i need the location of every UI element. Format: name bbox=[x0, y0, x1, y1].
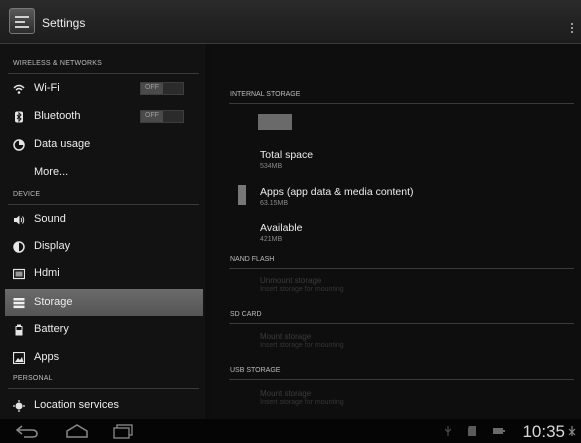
sidebar-item-bluetooth[interactable]: Bluetooth OFF bbox=[0, 103, 205, 130]
data-usage-icon bbox=[13, 139, 25, 151]
apps-stat[interactable]: Apps (app data & media content) 63.15MB bbox=[260, 186, 414, 207]
sd-mount-item: Mount storage Insert storage for mountin… bbox=[260, 332, 344, 349]
location-icon bbox=[13, 400, 25, 412]
usb-debug-icon bbox=[444, 426, 452, 436]
hdmi-icon bbox=[13, 268, 25, 280]
sd-card-icon bbox=[468, 426, 476, 436]
sidebar-item-data-usage[interactable]: Data usage bbox=[0, 131, 205, 158]
sidebar-item-display[interactable]: Display bbox=[0, 233, 205, 260]
sidebar-item-label: More... bbox=[34, 166, 69, 178]
sidebar-item-location[interactable]: Location services bbox=[0, 392, 205, 419]
signal-icon bbox=[568, 426, 576, 436]
home-icon[interactable] bbox=[64, 423, 90, 439]
section-header-device: DEVICE bbox=[0, 189, 205, 205]
sidebar-item-label: Display bbox=[34, 240, 71, 252]
sidebar-item-hdmi[interactable]: Hdmi bbox=[0, 260, 205, 287]
back-icon[interactable] bbox=[14, 423, 40, 439]
sidebar-item-battery[interactable]: Battery bbox=[0, 316, 205, 343]
settings-sidebar: WIRELESS & NETWORKS Wi-Fi OFF Bluetooth bbox=[0, 44, 205, 419]
sidebar-item-sound[interactable]: Sound bbox=[0, 206, 205, 233]
internal-storage-header: INTERNAL STORAGE bbox=[229, 90, 574, 104]
sidebar-item-wifi[interactable]: Wi-Fi OFF bbox=[0, 75, 205, 102]
bluetooth-icon bbox=[15, 111, 23, 123]
storage-detail-pane: INTERNAL STORAGE Total space 534MB Apps … bbox=[213, 44, 581, 419]
sidebar-item-label: Wi-Fi bbox=[34, 82, 60, 94]
recent-apps-icon[interactable] bbox=[112, 423, 134, 439]
nand-unmount-item: Unmount storage Insert storage for mount… bbox=[260, 276, 344, 293]
storage-icon bbox=[13, 298, 25, 309]
battery-status-icon bbox=[493, 428, 505, 434]
apps-icon bbox=[13, 352, 25, 364]
sidebar-item-more[interactable]: More... bbox=[0, 159, 205, 186]
sidebar-item-storage[interactable]: Storage bbox=[5, 289, 203, 316]
sd-card-header: SD CARD bbox=[229, 310, 574, 324]
app-title: Settings bbox=[42, 16, 86, 30]
apps-color-swatch bbox=[238, 185, 246, 205]
nand-flash-header: NAND FLASH bbox=[229, 255, 574, 269]
system-nav-bar: 10:35 bbox=[0, 419, 581, 443]
sidebar-item-label: Apps bbox=[34, 351, 60, 363]
wifi-icon bbox=[13, 84, 25, 94]
screen: Settings WIRELESS & NETWORKS Wi-Fi OFF B… bbox=[0, 0, 581, 443]
sidebar-item-label: Location services bbox=[34, 399, 119, 411]
wifi-toggle[interactable]: OFF bbox=[140, 82, 184, 95]
status-clock[interactable]: 10:35 bbox=[522, 422, 565, 442]
section-header-personal: PERSONAL bbox=[0, 373, 205, 389]
section-header-wireless: WIRELESS & NETWORKS bbox=[0, 58, 205, 74]
sidebar-item-label: Storage bbox=[34, 296, 73, 308]
sidebar-item-label: Bluetooth bbox=[34, 110, 81, 122]
action-bar: Settings bbox=[0, 0, 581, 44]
settings-app-icon[interactable] bbox=[9, 8, 35, 34]
usb-mount-item: Mount storage Insert storage for mountin… bbox=[260, 389, 344, 406]
battery-icon bbox=[15, 324, 23, 336]
total-space-stat[interactable]: Total space 534MB bbox=[260, 149, 313, 170]
bluetooth-toggle[interactable]: OFF bbox=[140, 110, 184, 123]
storage-usage-bar bbox=[258, 114, 292, 130]
available-stat[interactable]: Available 421MB bbox=[260, 222, 302, 243]
sidebar-item-label: Battery bbox=[34, 323, 69, 335]
display-icon bbox=[13, 241, 25, 253]
usb-storage-header: USB STORAGE bbox=[229, 366, 574, 380]
overflow-menu-icon[interactable] bbox=[571, 23, 575, 35]
sidebar-item-label: Hdmi bbox=[34, 267, 60, 279]
sidebar-item-apps[interactable]: Apps bbox=[0, 344, 205, 371]
sound-icon bbox=[14, 215, 25, 225]
sidebar-item-label: Data usage bbox=[34, 138, 91, 150]
sidebar-item-label: Sound bbox=[34, 213, 66, 225]
